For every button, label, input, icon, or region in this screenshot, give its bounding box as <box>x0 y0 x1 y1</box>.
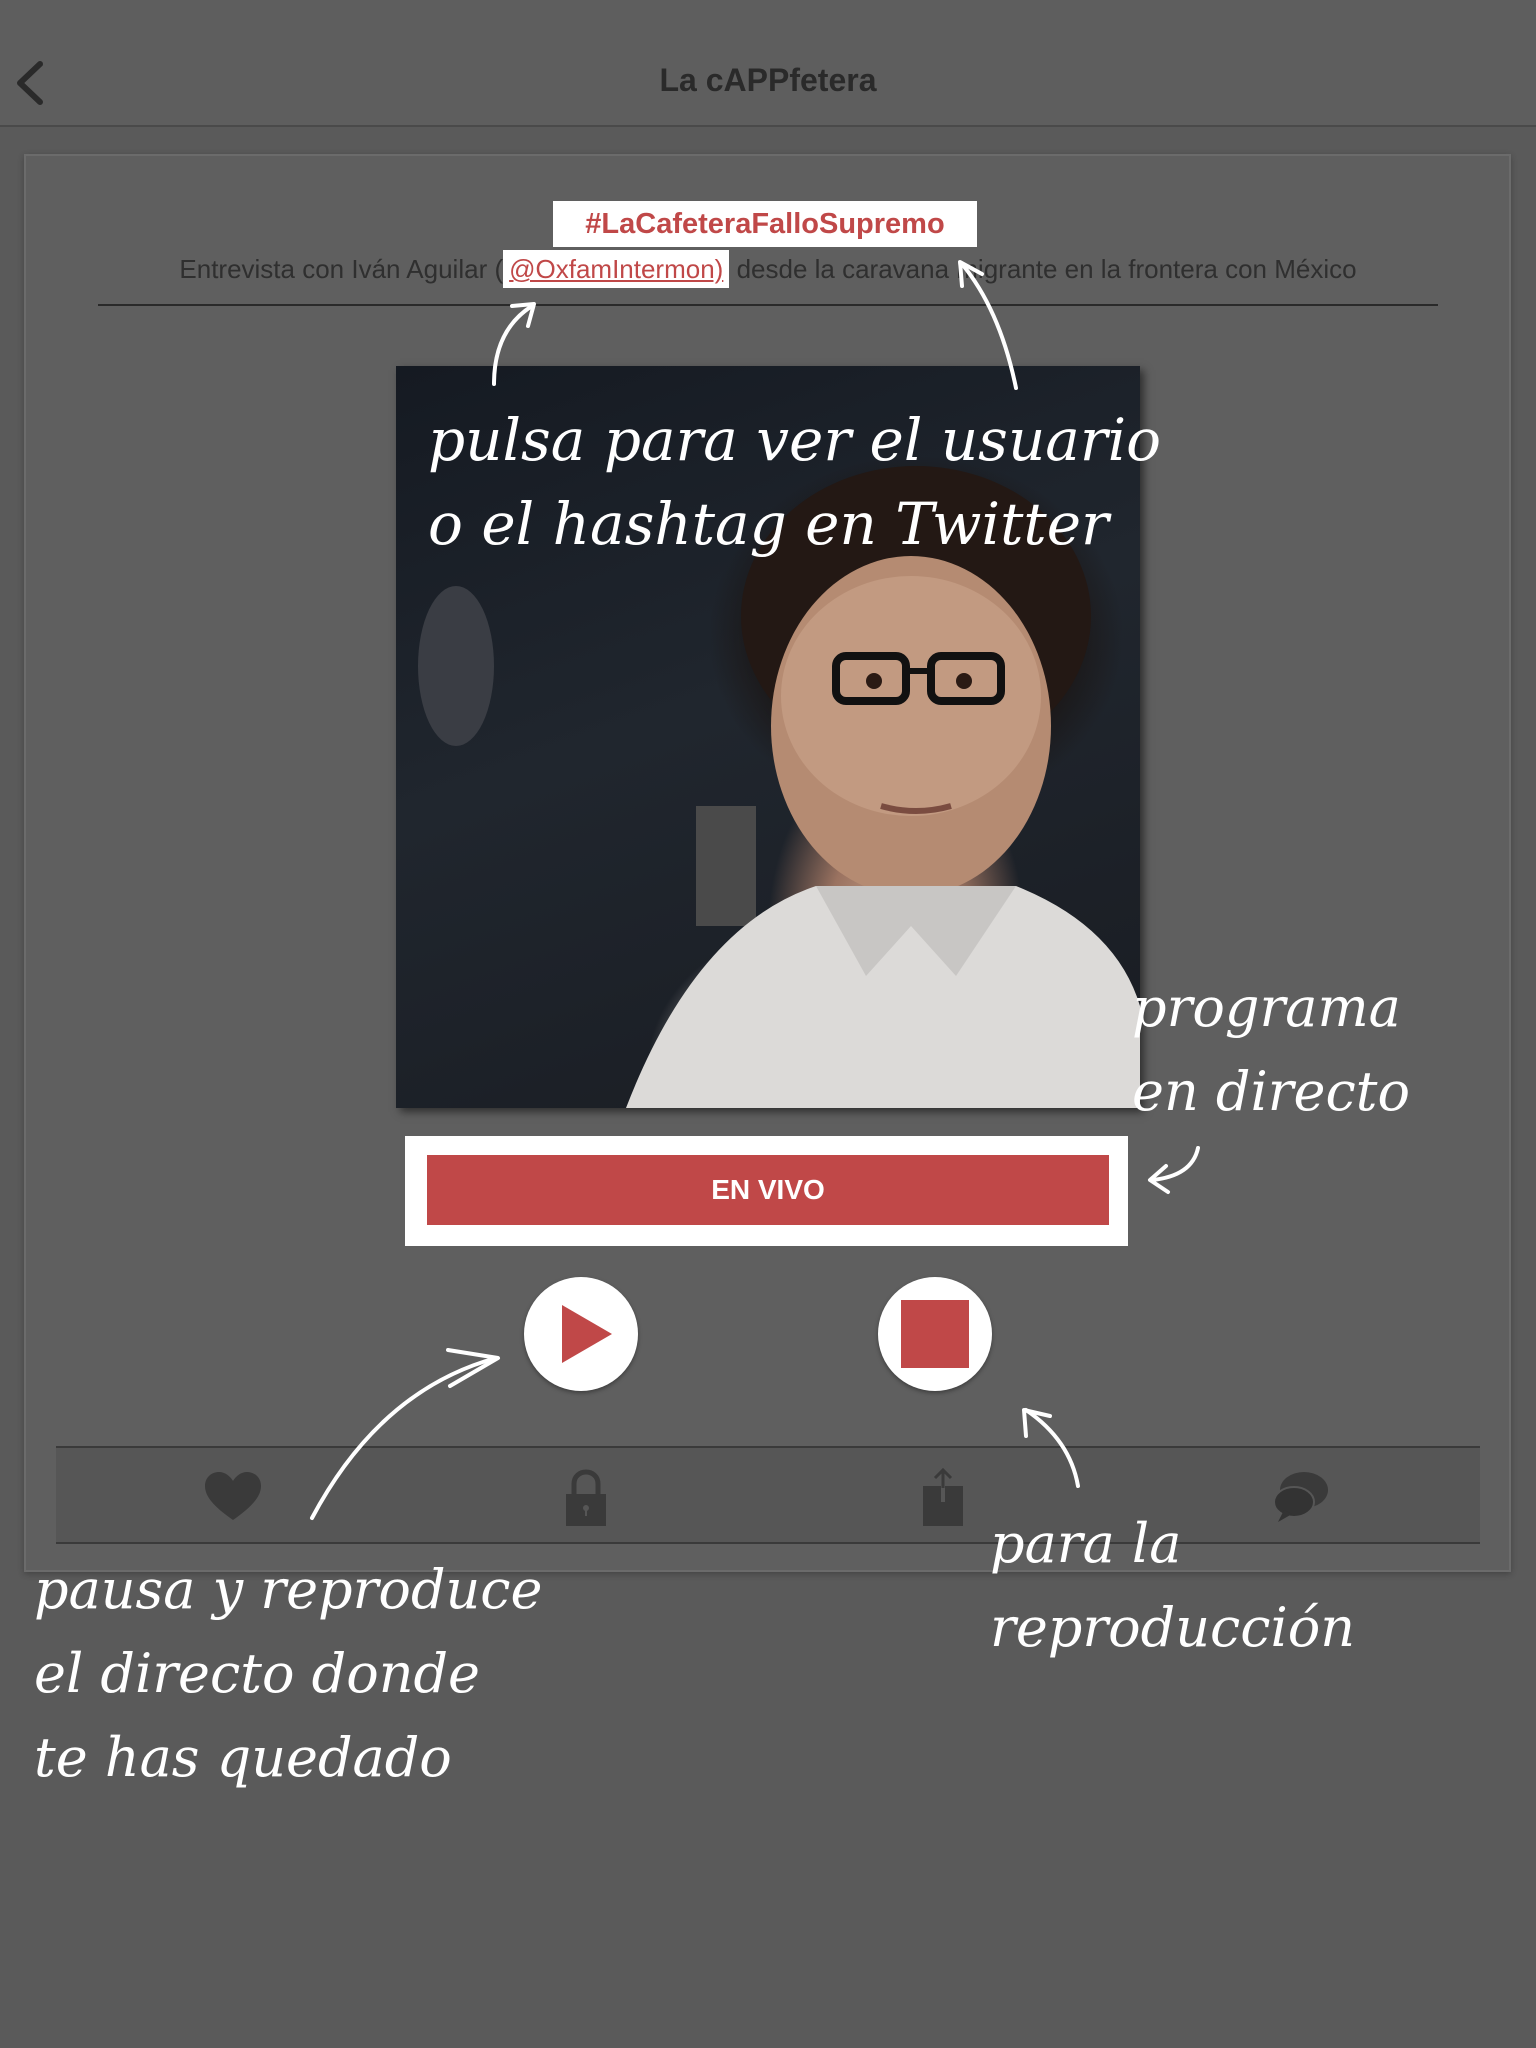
arrow-to-live <box>1150 1146 1200 1182</box>
annotation-arrows <box>310 260 1200 1520</box>
arrow-to-stop <box>1024 1408 1080 1488</box>
arrow-to-play <box>310 1356 498 1520</box>
arrow-to-mention <box>492 304 534 386</box>
arrow-to-hashtag <box>960 262 1018 390</box>
arrowhead-play <box>446 1348 500 1388</box>
arrowhead-stop <box>1022 1408 1052 1438</box>
